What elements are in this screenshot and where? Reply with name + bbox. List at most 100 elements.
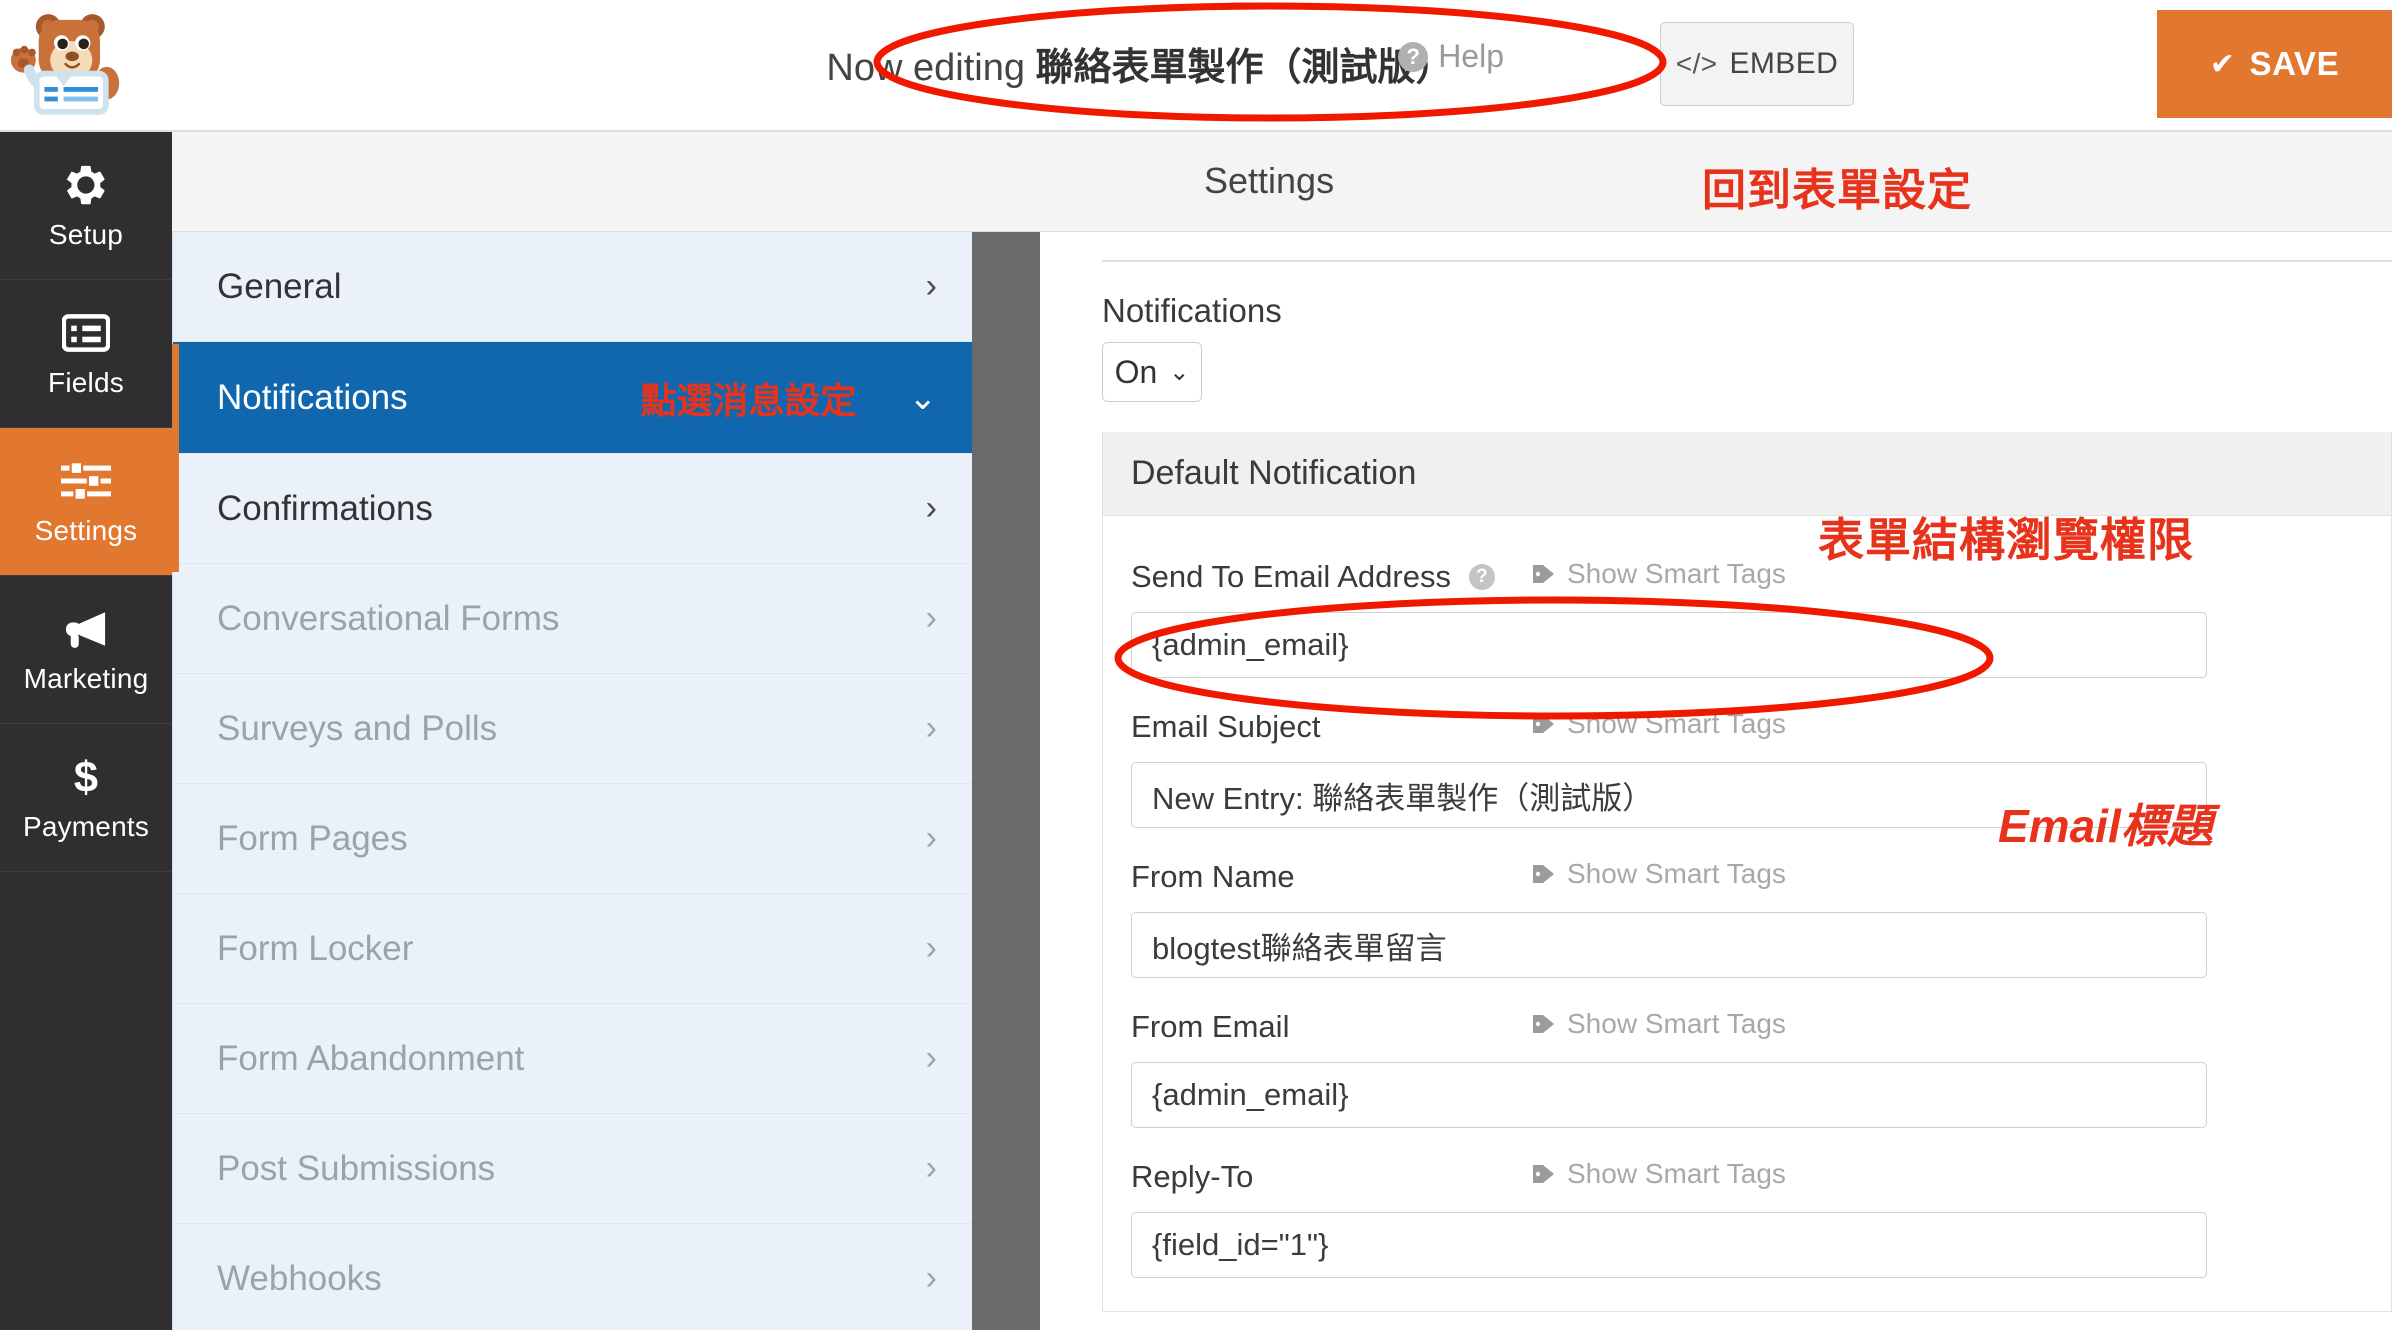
default-notification-card: Default Notification Send To Email Addre… <box>1102 432 2392 1312</box>
embed-button[interactable]: </> EMBED <box>1660 22 1854 106</box>
smart-tags-label: Show Smart Tags <box>1567 708 1786 739</box>
show-smart-tags-link[interactable]: Show Smart Tags <box>1531 858 1786 890</box>
tag-icon <box>1531 1012 1557 1036</box>
sidebar-item-label: Marketing <box>23 662 149 694</box>
default-notification-title: Default Notification <box>1103 432 2391 516</box>
input-value: {admin_email} <box>1152 1077 1349 1112</box>
menu-item-label: Post Submissions <box>217 1148 496 1188</box>
smart-tags-label: Show Smart Tags <box>1567 858 1786 889</box>
annotation-back-to-form-settings: 回到表單設定 <box>1702 166 1972 215</box>
help-label: Help <box>1438 38 1504 74</box>
input-value: blogtest聯絡表單留言 <box>1152 930 1447 966</box>
menu-item-notifications[interactable]: Notifications 點選消息設定 ⌄ <box>173 342 972 454</box>
field-send-to-email-address: Send To Email Address ? Show Smart Tags <box>1131 554 2361 678</box>
help-button[interactable]: ? Help <box>1398 38 1504 75</box>
menu-item-general[interactable]: General › <box>173 232 972 342</box>
input-value: {field_id="1"} <box>1152 1227 1329 1262</box>
menu-item-label: Webhooks <box>217 1258 382 1298</box>
reply-to-input[interactable]: {field_id="1"} <box>1131 1212 2207 1278</box>
sidebar-item-label: Settings <box>34 514 138 546</box>
builder-nav-rail: Setup Fields Settings Marketing $ Paymen… <box>0 132 172 1330</box>
settings-header-bar: Settings 回到表單設定 <box>172 132 2392 232</box>
field-header: From Name Show Smart Tags <box>1131 854 2361 900</box>
embed-label: EMBED <box>1729 47 1839 80</box>
notifications-toggle-select[interactable]: On ⌄ <box>1102 342 1202 402</box>
menu-item-label: Form Pages <box>217 818 408 858</box>
wpforms-bear-logo-icon <box>8 4 123 124</box>
annotation-click-notification-settings: 點選消息設定 <box>640 379 857 421</box>
chevron-right-icon: › <box>925 1039 937 1077</box>
menu-item-confirmations[interactable]: Confirmations › <box>173 454 972 564</box>
field-header: From Email Show Smart Tags <box>1131 1004 2361 1050</box>
menu-item-form-pages[interactable]: Form Pages › <box>173 784 972 894</box>
menu-item-form-locker[interactable]: Form Locker › <box>173 894 972 1004</box>
menu-item-label: Form Abandonment <box>217 1038 525 1078</box>
save-button[interactable]: ✔ SAVE <box>2157 10 2392 118</box>
sidebar-item-fields[interactable]: Fields <box>0 280 172 428</box>
tag-icon <box>1531 562 1557 586</box>
field-email-subject: Email Subject Show Smart Tags New Entry:… <box>1131 704 2361 828</box>
panel-divider <box>1102 260 2392 262</box>
sidebar-item-setup[interactable]: Setup <box>0 132 172 280</box>
show-smart-tags-link[interactable]: Show Smart Tags <box>1531 1158 1786 1190</box>
show-smart-tags-link[interactable]: Show Smart Tags <box>1531 1008 1786 1040</box>
menu-item-label: Confirmations <box>217 488 433 528</box>
input-value: {admin_email} <box>1152 627 1349 662</box>
chevron-right-icon: › <box>925 1149 937 1187</box>
notifications-field-label: Notifications <box>1102 292 1282 329</box>
field-header: Email Subject Show Smart Tags <box>1131 704 2361 750</box>
help-tooltip-icon[interactable]: ? <box>1468 564 1495 590</box>
menu-item-post-submissions[interactable]: Post Submissions › <box>173 1114 972 1224</box>
sidebar-item-settings[interactable]: Settings <box>0 428 172 576</box>
input-value: New Entry: 聯絡表單製作（測試版） <box>1152 780 1654 816</box>
from-name-input[interactable]: blogtest聯絡表單留言 <box>1131 912 2207 978</box>
chevron-right-icon: › <box>925 819 937 857</box>
field-label: From Email <box>1131 1009 1290 1044</box>
save-label: SAVE <box>2249 45 2340 82</box>
notifications-settings-panel: Notifications On ⌄ Default Notification … <box>1040 232 2392 1330</box>
menu-item-label: Notifications <box>217 377 408 417</box>
menu-item-surveys-and-polls[interactable]: Surveys and Polls › <box>173 674 972 784</box>
svg-text:$: $ <box>74 754 98 800</box>
tag-icon <box>1531 712 1557 736</box>
sliders-icon <box>59 457 113 505</box>
smart-tags-label: Show Smart Tags <box>1567 1008 1786 1039</box>
chevron-right-icon: › <box>925 929 937 967</box>
question-mark-icon: ? <box>1398 41 1429 72</box>
menu-item-label: General <box>217 266 342 306</box>
from-email-input[interactable]: {admin_email} <box>1131 1062 2207 1128</box>
menu-item-label: Conversational Forms <box>217 598 560 638</box>
settings-heading: Settings <box>1204 160 1335 201</box>
field-header: Reply-To Show Smart Tags <box>1131 1154 2361 1200</box>
sidebar-item-label: Payments <box>22 810 150 842</box>
wpforms-form-builder: Now editing 聯絡表單製作（測試版） ? Help </> EMBED… <box>0 0 2392 1330</box>
field-from-name: From Name Show Smart Tags blogtest聯絡表單留言 <box>1131 854 2361 978</box>
sidebar-item-label: Fields <box>48 366 124 398</box>
panel-scroll-gutter[interactable] <box>972 232 1040 1330</box>
tag-icon <box>1531 862 1557 886</box>
sidebar-item-label: Setup <box>48 218 124 250</box>
menu-item-conversational-forms[interactable]: Conversational Forms › <box>173 564 972 674</box>
sidebar-item-marketing[interactable]: Marketing <box>0 576 172 724</box>
chevron-right-icon: › <box>925 709 937 747</box>
menu-item-label: Surveys and Polls <box>217 708 498 748</box>
tag-icon <box>1531 1162 1557 1186</box>
show-smart-tags-link[interactable]: Show Smart Tags <box>1531 708 1786 740</box>
gear-icon <box>59 161 113 209</box>
chevron-down-icon: ⌄ <box>908 378 938 417</box>
menu-item-form-abandonment[interactable]: Form Abandonment › <box>173 1004 972 1114</box>
card-title-label: Default Notification <box>1131 454 1417 492</box>
smart-tags-label: Show Smart Tags <box>1567 1158 1786 1189</box>
show-smart-tags-link[interactable]: Show Smart Tags <box>1531 558 1786 590</box>
email-subject-input[interactable]: New Entry: 聯絡表單製作（測試版） <box>1131 762 2207 828</box>
sidebar-item-payments[interactable]: $ Payments <box>0 724 172 872</box>
dollar-icon: $ <box>59 753 113 801</box>
check-icon: ✔ <box>2209 47 2236 81</box>
megaphone-icon <box>59 605 113 653</box>
chevron-right-icon: › <box>925 599 937 637</box>
send-to-email-input[interactable]: {admin_email} <box>1131 612 2207 678</box>
active-section-indicator <box>172 344 179 572</box>
menu-item-webhooks[interactable]: Webhooks › <box>173 1224 972 1330</box>
field-label: Send To Email Address <box>1131 559 1451 594</box>
field-from-email: From Email Show Smart Tags {admin_email} <box>1131 1004 2361 1128</box>
